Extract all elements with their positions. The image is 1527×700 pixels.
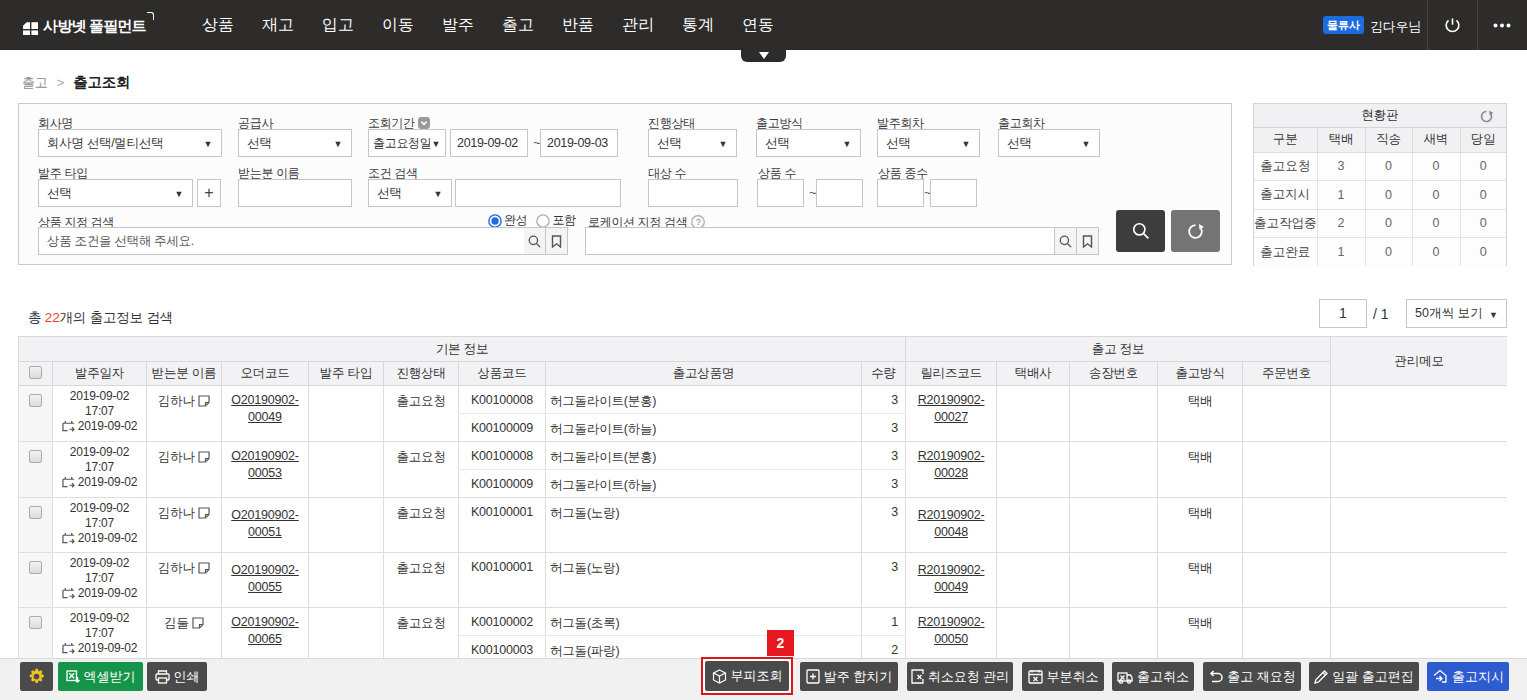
svg-text:?: ? (695, 217, 700, 227)
